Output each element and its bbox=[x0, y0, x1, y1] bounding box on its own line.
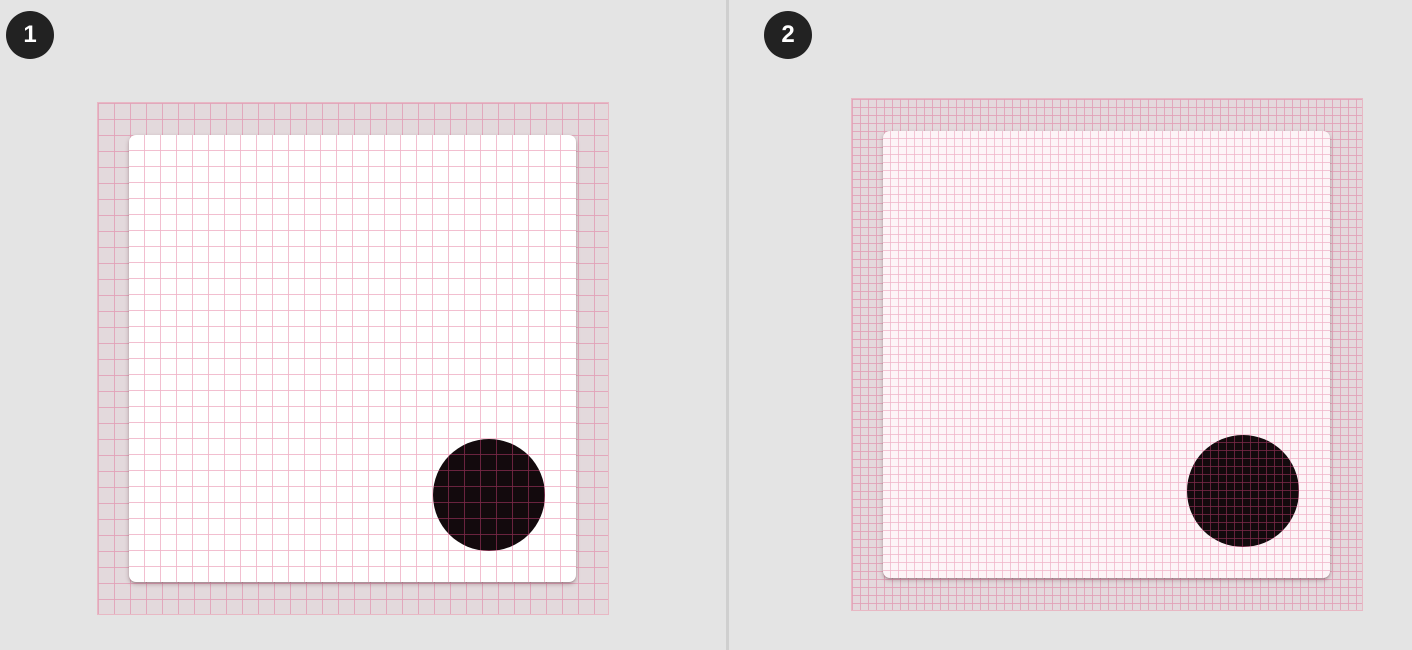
floating-action-button-1 bbox=[433, 439, 545, 551]
panel-step-1: 1 bbox=[0, 0, 726, 650]
floating-action-button-2 bbox=[1187, 435, 1299, 547]
step-badge-2: 2 bbox=[764, 11, 812, 59]
step-badge-1: 1 bbox=[6, 11, 54, 59]
card-surface-2 bbox=[883, 131, 1330, 578]
panel-step-2: 2 bbox=[729, 0, 1412, 650]
card-surface-1 bbox=[129, 135, 576, 582]
